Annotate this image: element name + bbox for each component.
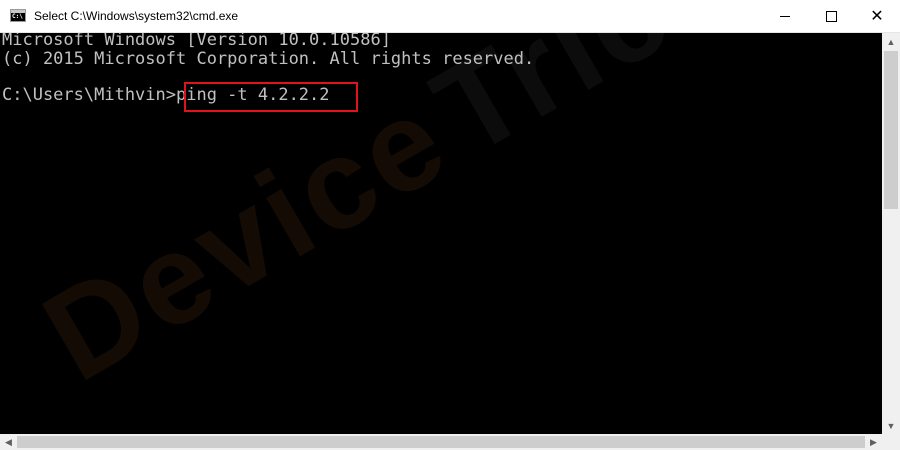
cmd-icon[interactable]: C:\ bbox=[10, 9, 26, 22]
scroll-left-icon[interactable]: ◀ bbox=[0, 434, 17, 450]
horizontal-scroll-thumb[interactable] bbox=[17, 436, 865, 448]
console-output[interactable]: DeviceTricks Microsoft Windows [Version … bbox=[0, 33, 882, 434]
close-icon: ✕ bbox=[870, 6, 884, 25]
console-line-copyright: (c) 2015 Microsoft Corporation. All righ… bbox=[2, 49, 535, 69]
watermark-text-a: Device bbox=[21, 66, 471, 409]
vertical-scroll-thumb[interactable] bbox=[884, 51, 898, 209]
minimize-icon bbox=[780, 15, 790, 17]
horizontal-scrollbar[interactable]: ◀ ▶ bbox=[0, 434, 882, 450]
minimize-button[interactable] bbox=[762, 0, 808, 32]
console-line-version: Microsoft Windows [Version 10.0.10586] bbox=[2, 33, 391, 50]
scroll-up-icon[interactable]: ▲ bbox=[882, 33, 900, 50]
command-highlight-box bbox=[184, 82, 358, 112]
scrollbar-corner bbox=[882, 434, 900, 450]
scroll-right-icon[interactable]: ▶ bbox=[865, 434, 882, 450]
close-button[interactable]: ✕ bbox=[854, 0, 900, 32]
window-title: Select C:\Windows\system32\cmd.exe bbox=[34, 9, 239, 23]
maximize-button[interactable] bbox=[808, 0, 854, 32]
maximize-icon bbox=[825, 10, 837, 22]
cmd-icon-text: C:\ bbox=[12, 13, 23, 20]
scroll-down-icon[interactable]: ▼ bbox=[882, 417, 900, 434]
vertical-scrollbar[interactable]: ▲ ▼ bbox=[882, 33, 900, 434]
title-bar[interactable]: C:\ Select C:\Windows\system32\cmd.exe ✕ bbox=[0, 0, 900, 33]
